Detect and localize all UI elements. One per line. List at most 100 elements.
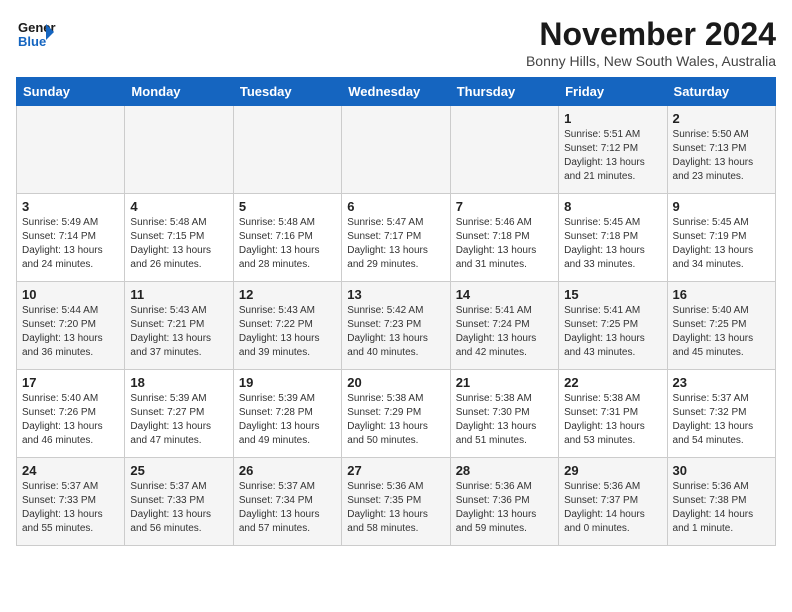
header: General Blue November 2024 Bonny Hills, … <box>16 16 776 69</box>
calendar-cell <box>125 106 233 194</box>
day-info: Sunrise: 5:36 AM Sunset: 7:37 PM Dayligh… <box>564 480 661 536</box>
day-number: 23 <box>673 375 770 390</box>
calendar-cell: 6 Sunrise: 5:47 AM Sunset: 7:17 PM Daylig… <box>342 194 450 282</box>
day-info: Sunrise: 5:37 AM Sunset: 7:34 PM Dayligh… <box>239 480 336 536</box>
day-info: Sunrise: 5:48 AM Sunset: 7:16 PM Dayligh… <box>239 216 336 272</box>
calendar-cell: 19 Sunrise: 5:39 AM Sunset: 7:28 PM Dayli… <box>233 370 341 458</box>
calendar-cell: 27 Sunrise: 5:36 AM Sunset: 7:35 PM Dayli… <box>342 458 450 546</box>
day-info: Sunrise: 5:49 AM Sunset: 7:14 PM Dayligh… <box>22 216 119 272</box>
calendar-cell: 1 Sunrise: 5:51 AM Sunset: 7:12 PM Daylig… <box>559 106 667 194</box>
day-number: 1 <box>564 111 661 126</box>
calendar-cell: 9 Sunrise: 5:45 AM Sunset: 7:19 PM Daylig… <box>667 194 775 282</box>
weekday-header-cell: Saturday <box>667 78 775 106</box>
calendar-row: 24 Sunrise: 5:37 AM Sunset: 7:33 PM Dayli… <box>17 458 776 546</box>
calendar-body: 1 Sunrise: 5:51 AM Sunset: 7:12 PM Daylig… <box>17 106 776 546</box>
day-info: Sunrise: 5:40 AM Sunset: 7:25 PM Dayligh… <box>673 304 770 360</box>
calendar-cell: 11Sunrise: 5:43 AM Sunset: 7:21 PM Dayli… <box>125 282 233 370</box>
day-info: Sunrise: 5:48 AM Sunset: 7:15 PM Dayligh… <box>130 216 227 272</box>
title-area: November 2024 Bonny Hills, New South Wal… <box>526 16 776 69</box>
weekday-header-cell: Tuesday <box>233 78 341 106</box>
day-number: 18 <box>130 375 227 390</box>
day-number: 7 <box>456 199 553 214</box>
day-number: 24 <box>22 463 119 478</box>
day-info: Sunrise: 5:42 AM Sunset: 7:23 PM Dayligh… <box>347 304 444 360</box>
day-number: 8 <box>564 199 661 214</box>
calendar-cell: 22 Sunrise: 5:38 AM Sunset: 7:31 PM Dayli… <box>559 370 667 458</box>
calendar-row: 1 Sunrise: 5:51 AM Sunset: 7:12 PM Daylig… <box>17 106 776 194</box>
day-number: 12 <box>239 287 336 302</box>
calendar-cell: 13 Sunrise: 5:42 AM Sunset: 7:23 PM Dayli… <box>342 282 450 370</box>
weekday-header-cell: Wednesday <box>342 78 450 106</box>
calendar-row: 17Sunrise: 5:40 AM Sunset: 7:26 PM Dayli… <box>17 370 776 458</box>
day-info: Sunrise: 5:36 AM Sunset: 7:35 PM Dayligh… <box>347 480 444 536</box>
day-number: 14 <box>456 287 553 302</box>
calendar-cell <box>342 106 450 194</box>
calendar-cell: 26 Sunrise: 5:37 AM Sunset: 7:34 PM Dayli… <box>233 458 341 546</box>
calendar-row: 3 Sunrise: 5:49 AM Sunset: 7:14 PM Daylig… <box>17 194 776 282</box>
calendar-row: 10 Sunrise: 5:44 AM Sunset: 7:20 PM Dayli… <box>17 282 776 370</box>
weekday-header-cell: Sunday <box>17 78 125 106</box>
day-number: 19 <box>239 375 336 390</box>
calendar-cell: 3 Sunrise: 5:49 AM Sunset: 7:14 PM Daylig… <box>17 194 125 282</box>
calendar-cell: 29 Sunrise: 5:36 AM Sunset: 7:37 PM Dayli… <box>559 458 667 546</box>
day-number: 27 <box>347 463 444 478</box>
day-info: Sunrise: 5:51 AM Sunset: 7:12 PM Dayligh… <box>564 128 661 184</box>
day-info: Sunrise: 5:39 AM Sunset: 7:27 PM Dayligh… <box>130 392 227 448</box>
day-number: 9 <box>673 199 770 214</box>
day-info: Sunrise: 5:45 AM Sunset: 7:18 PM Dayligh… <box>564 216 661 272</box>
day-info: Sunrise: 5:41 AM Sunset: 7:24 PM Dayligh… <box>456 304 553 360</box>
calendar-cell: 10 Sunrise: 5:44 AM Sunset: 7:20 PM Dayli… <box>17 282 125 370</box>
weekday-header-cell: Monday <box>125 78 233 106</box>
day-info: Sunrise: 5:43 AM Sunset: 7:22 PM Dayligh… <box>239 304 336 360</box>
calendar-cell <box>233 106 341 194</box>
weekday-header-cell: Thursday <box>450 78 558 106</box>
calendar-cell: 17Sunrise: 5:40 AM Sunset: 7:26 PM Dayli… <box>17 370 125 458</box>
calendar-cell: 16 Sunrise: 5:40 AM Sunset: 7:25 PM Dayli… <box>667 282 775 370</box>
calendar-cell: 30 Sunrise: 5:36 AM Sunset: 7:38 PM Dayli… <box>667 458 775 546</box>
calendar-cell: 18 Sunrise: 5:39 AM Sunset: 7:27 PM Dayli… <box>125 370 233 458</box>
logo: General Blue <box>16 16 56 52</box>
day-number: 26 <box>239 463 336 478</box>
day-number: 13 <box>347 287 444 302</box>
calendar-cell <box>450 106 558 194</box>
day-number: 20 <box>347 375 444 390</box>
location: Bonny Hills, New South Wales, Australia <box>526 53 776 69</box>
day-info: Sunrise: 5:37 AM Sunset: 7:32 PM Dayligh… <box>673 392 770 448</box>
day-info: Sunrise: 5:37 AM Sunset: 7:33 PM Dayligh… <box>130 480 227 536</box>
day-number: 4 <box>130 199 227 214</box>
day-number: 15 <box>564 287 661 302</box>
day-info: Sunrise: 5:39 AM Sunset: 7:28 PM Dayligh… <box>239 392 336 448</box>
day-number: 30 <box>673 463 770 478</box>
day-info: Sunrise: 5:38 AM Sunset: 7:31 PM Dayligh… <box>564 392 661 448</box>
day-number: 3 <box>22 199 119 214</box>
day-info: Sunrise: 5:50 AM Sunset: 7:13 PM Dayligh… <box>673 128 770 184</box>
day-number: 6 <box>347 199 444 214</box>
calendar-cell: 15 Sunrise: 5:41 AM Sunset: 7:25 PM Dayli… <box>559 282 667 370</box>
day-info: Sunrise: 5:45 AM Sunset: 7:19 PM Dayligh… <box>673 216 770 272</box>
day-info: Sunrise: 5:44 AM Sunset: 7:20 PM Dayligh… <box>22 304 119 360</box>
month-title: November 2024 <box>526 16 776 53</box>
calendar-cell: 28Sunrise: 5:36 AM Sunset: 7:36 PM Dayli… <box>450 458 558 546</box>
day-number: 2 <box>673 111 770 126</box>
calendar-cell: 25Sunrise: 5:37 AM Sunset: 7:33 PM Dayli… <box>125 458 233 546</box>
day-number: 29 <box>564 463 661 478</box>
calendar-cell: 12 Sunrise: 5:43 AM Sunset: 7:22 PM Dayli… <box>233 282 341 370</box>
calendar-cell: 23 Sunrise: 5:37 AM Sunset: 7:32 PM Dayli… <box>667 370 775 458</box>
day-number: 16 <box>673 287 770 302</box>
day-info: Sunrise: 5:41 AM Sunset: 7:25 PM Dayligh… <box>564 304 661 360</box>
calendar-cell: 20 Sunrise: 5:38 AM Sunset: 7:29 PM Dayli… <box>342 370 450 458</box>
calendar-cell: 14 Sunrise: 5:41 AM Sunset: 7:24 PM Dayli… <box>450 282 558 370</box>
day-number: 17 <box>22 375 119 390</box>
day-number: 10 <box>22 287 119 302</box>
day-info: Sunrise: 5:36 AM Sunset: 7:38 PM Dayligh… <box>673 480 770 536</box>
weekday-header-row: SundayMondayTuesdayWednesdayThursdayFrid… <box>17 78 776 106</box>
calendar-cell: 8 Sunrise: 5:45 AM Sunset: 7:18 PM Daylig… <box>559 194 667 282</box>
calendar-cell: 2 Sunrise: 5:50 AM Sunset: 7:13 PM Daylig… <box>667 106 775 194</box>
day-info: Sunrise: 5:46 AM Sunset: 7:18 PM Dayligh… <box>456 216 553 272</box>
svg-text:Blue: Blue <box>18 34 46 49</box>
day-info: Sunrise: 5:38 AM Sunset: 7:29 PM Dayligh… <box>347 392 444 448</box>
day-number: 21 <box>456 375 553 390</box>
day-number: 22 <box>564 375 661 390</box>
day-info: Sunrise: 5:47 AM Sunset: 7:17 PM Dayligh… <box>347 216 444 272</box>
day-info: Sunrise: 5:37 AM Sunset: 7:33 PM Dayligh… <box>22 480 119 536</box>
